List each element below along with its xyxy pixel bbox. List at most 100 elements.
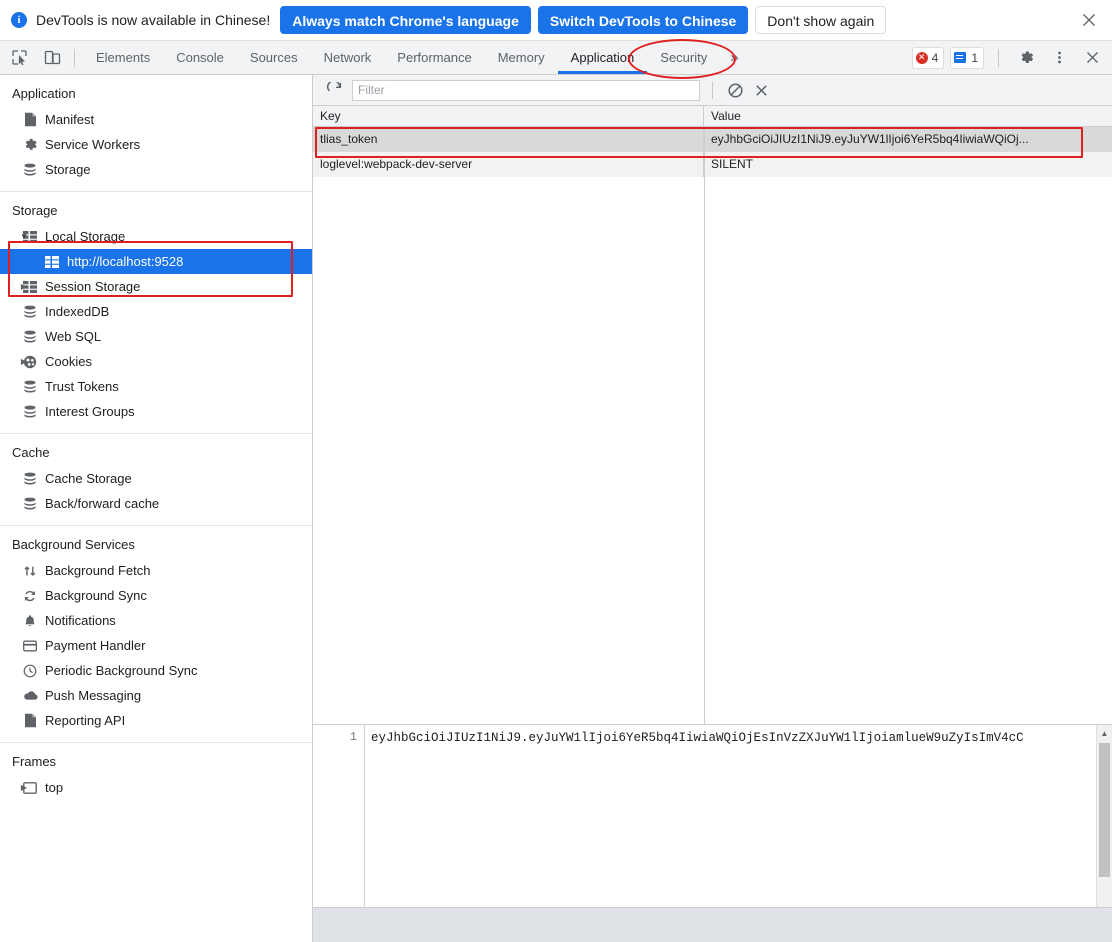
sidebar-item-top-frame[interactable]: ▶ top xyxy=(0,775,312,800)
chevron-right-icon[interactable]: ▶ xyxy=(19,357,29,366)
cloud-icon xyxy=(22,688,38,704)
kebab-menu-icon[interactable] xyxy=(1045,44,1073,72)
error-count-badge[interactable]: ✕ 4 xyxy=(911,46,945,69)
tab-application[interactable]: Application xyxy=(557,41,648,74)
gear-icon[interactable] xyxy=(1012,44,1040,72)
sidebar-item-push-messaging[interactable]: Push Messaging xyxy=(0,683,312,708)
always-match-chrome-language-button[interactable]: Always match Chrome's language xyxy=(280,6,531,34)
database-icon xyxy=(22,404,38,420)
scroll-up-icon[interactable]: ▲ xyxy=(1097,725,1112,741)
sidebar-item-storage[interactable]: Storage xyxy=(0,157,312,182)
filter-input[interactable] xyxy=(352,79,700,101)
sidebar-item-web-sql[interactable]: Web SQL xyxy=(0,324,312,349)
tab-memory[interactable]: Memory xyxy=(485,41,558,74)
devtools-application-panel: Application Manifest Service Workers Sto… xyxy=(0,75,1112,942)
devtools-tab-bar: Elements Console Sources Network Perform… xyxy=(0,41,1112,75)
close-devtools-icon[interactable] xyxy=(1078,44,1106,72)
sidebar-item-notifications[interactable]: Notifications xyxy=(0,608,312,633)
line-number: 1 xyxy=(349,730,357,744)
sidebar-item-cache-storage[interactable]: Cache Storage xyxy=(0,466,312,491)
column-resize-handle[interactable] xyxy=(704,127,705,724)
sidebar-item-reporting-api[interactable]: Reporting API xyxy=(0,708,312,733)
database-icon xyxy=(22,304,38,320)
table-grid-icon xyxy=(44,254,60,270)
tab-performance[interactable]: Performance xyxy=(384,41,484,74)
close-icon[interactable] xyxy=(1080,11,1098,29)
storage-filter-toolbar xyxy=(313,75,1112,106)
database-icon xyxy=(22,471,38,487)
tab-console[interactable]: Console xyxy=(163,41,237,74)
preview-vertical-scrollbar[interactable]: ▲ ▼ xyxy=(1096,725,1112,925)
line-number-gutter: 1 xyxy=(313,725,365,925)
sidebar-item-local-storage[interactable]: ▼ Local Storage xyxy=(0,224,312,249)
sidebar-item-background-sync[interactable]: Background Sync xyxy=(0,583,312,608)
sidebar-item-manifest[interactable]: Manifest xyxy=(0,107,312,132)
sidebar-section-title: Application xyxy=(12,86,76,101)
clock-icon xyxy=(22,663,38,679)
tab-sources[interactable]: Sources xyxy=(237,41,311,74)
sidebar-section-title: Cache xyxy=(12,445,50,460)
database-icon xyxy=(22,379,38,395)
credit-card-icon xyxy=(22,638,38,654)
sidebar-item-label: Cache Storage xyxy=(45,471,132,486)
sidebar-section-frames: Frames ▶ top xyxy=(0,743,312,809)
column-header-key[interactable]: Key xyxy=(313,106,704,126)
database-icon xyxy=(22,329,38,345)
sidebar-item-label: Cookies xyxy=(45,354,92,369)
chevron-right-icon[interactable]: ▶ xyxy=(19,783,29,792)
cell-value: SILENT xyxy=(711,157,754,171)
switch-devtools-to-chinese-button[interactable]: Switch DevTools to Chinese xyxy=(537,6,749,34)
sidebar-item-trust-tokens[interactable]: Trust Tokens xyxy=(0,374,312,399)
column-header-value[interactable]: Value xyxy=(704,106,1112,126)
sidebar-section-title: Background Services xyxy=(12,537,135,552)
sidebar-item-label: Periodic Background Sync xyxy=(45,663,198,678)
sidebar-item-label: Session Storage xyxy=(45,279,141,294)
cell-key: loglevel:webpack-dev-server xyxy=(313,152,704,177)
file-icon xyxy=(22,713,38,729)
sidebar-item-label: Service Workers xyxy=(45,137,141,152)
tab-network[interactable]: Network xyxy=(311,41,385,74)
cell-key: tlias_token xyxy=(313,127,704,152)
table-row[interactable]: loglevel:webpack-dev-server SILENT xyxy=(313,152,1112,177)
inspect-element-icon[interactable] xyxy=(5,44,33,72)
sidebar-item-cookies[interactable]: ▶ Cookies xyxy=(0,349,312,374)
panel-bottom-strip xyxy=(313,907,1112,942)
table-header-row: Key Value xyxy=(313,106,1112,127)
sidebar-item-interest-groups[interactable]: Interest Groups xyxy=(0,399,312,424)
chevron-down-icon[interactable]: ▼ xyxy=(19,232,29,241)
sidebar-item-background-fetch[interactable]: Background Fetch xyxy=(0,558,312,583)
message-count-badge[interactable]: 1 xyxy=(950,46,984,69)
sidebar-item-label: Trust Tokens xyxy=(45,379,119,394)
sidebar-item-indexeddb[interactable]: IndexedDB xyxy=(0,299,312,324)
sidebar-item-service-workers[interactable]: Service Workers xyxy=(0,132,312,157)
info-icon: i xyxy=(11,12,27,28)
value-preview-pane: 1 eyJhbGciOiJIUzI1NiJ9.eyJuYW1lIjoi6YeR5… xyxy=(313,724,1112,925)
tab-elements[interactable]: Elements xyxy=(83,41,163,74)
vertical-scroll-thumb[interactable] xyxy=(1099,743,1110,877)
sidebar-section-background-services: Background Services Background Fetch Bac… xyxy=(0,526,312,743)
chevron-double-right-icon[interactable]: » xyxy=(720,41,748,74)
sidebar-section-title: Frames xyxy=(12,754,57,769)
device-toolbar-icon[interactable] xyxy=(38,44,66,72)
sidebar-item-label: IndexedDB xyxy=(45,304,110,319)
toolbar-right-controls: ✕ 4 1 xyxy=(911,41,1106,74)
table-row[interactable]: tlias_token eyJhbGciOiJIUzI1NiJ9.eyJuYW1… xyxy=(313,127,1112,152)
storage-content-panel: Key Value tlias_token eyJhbGciOiJIUzI1Ni… xyxy=(313,75,1112,942)
refresh-icon[interactable] xyxy=(321,77,347,103)
sidebar-item-session-storage[interactable]: ▶ Session Storage xyxy=(0,274,312,299)
sidebar-item-label: Reporting API xyxy=(45,713,126,728)
arrows-updown-icon xyxy=(22,563,38,579)
tab-security[interactable]: Security xyxy=(647,41,720,74)
database-icon xyxy=(22,496,38,512)
sidebar-item-payment-handler[interactable]: Payment Handler xyxy=(0,633,312,658)
dont-show-again-button[interactable]: Don't show again xyxy=(755,6,887,34)
sidebar-item-label: Background Fetch xyxy=(45,563,151,578)
application-sidebar: Application Manifest Service Workers Sto… xyxy=(0,75,313,942)
sidebar-item-label: Payment Handler xyxy=(45,638,146,653)
sidebar-item-periodic-background-sync[interactable]: Periodic Background Sync xyxy=(0,658,312,683)
no-entry-icon[interactable] xyxy=(722,77,748,103)
sidebar-item-back-forward-cache[interactable]: Back/forward cache xyxy=(0,491,312,516)
close-x-icon[interactable] xyxy=(748,77,774,103)
sidebar-item-localhost-origin[interactable]: http://localhost:9528 xyxy=(0,249,312,274)
chevron-right-icon[interactable]: ▶ xyxy=(19,282,29,291)
